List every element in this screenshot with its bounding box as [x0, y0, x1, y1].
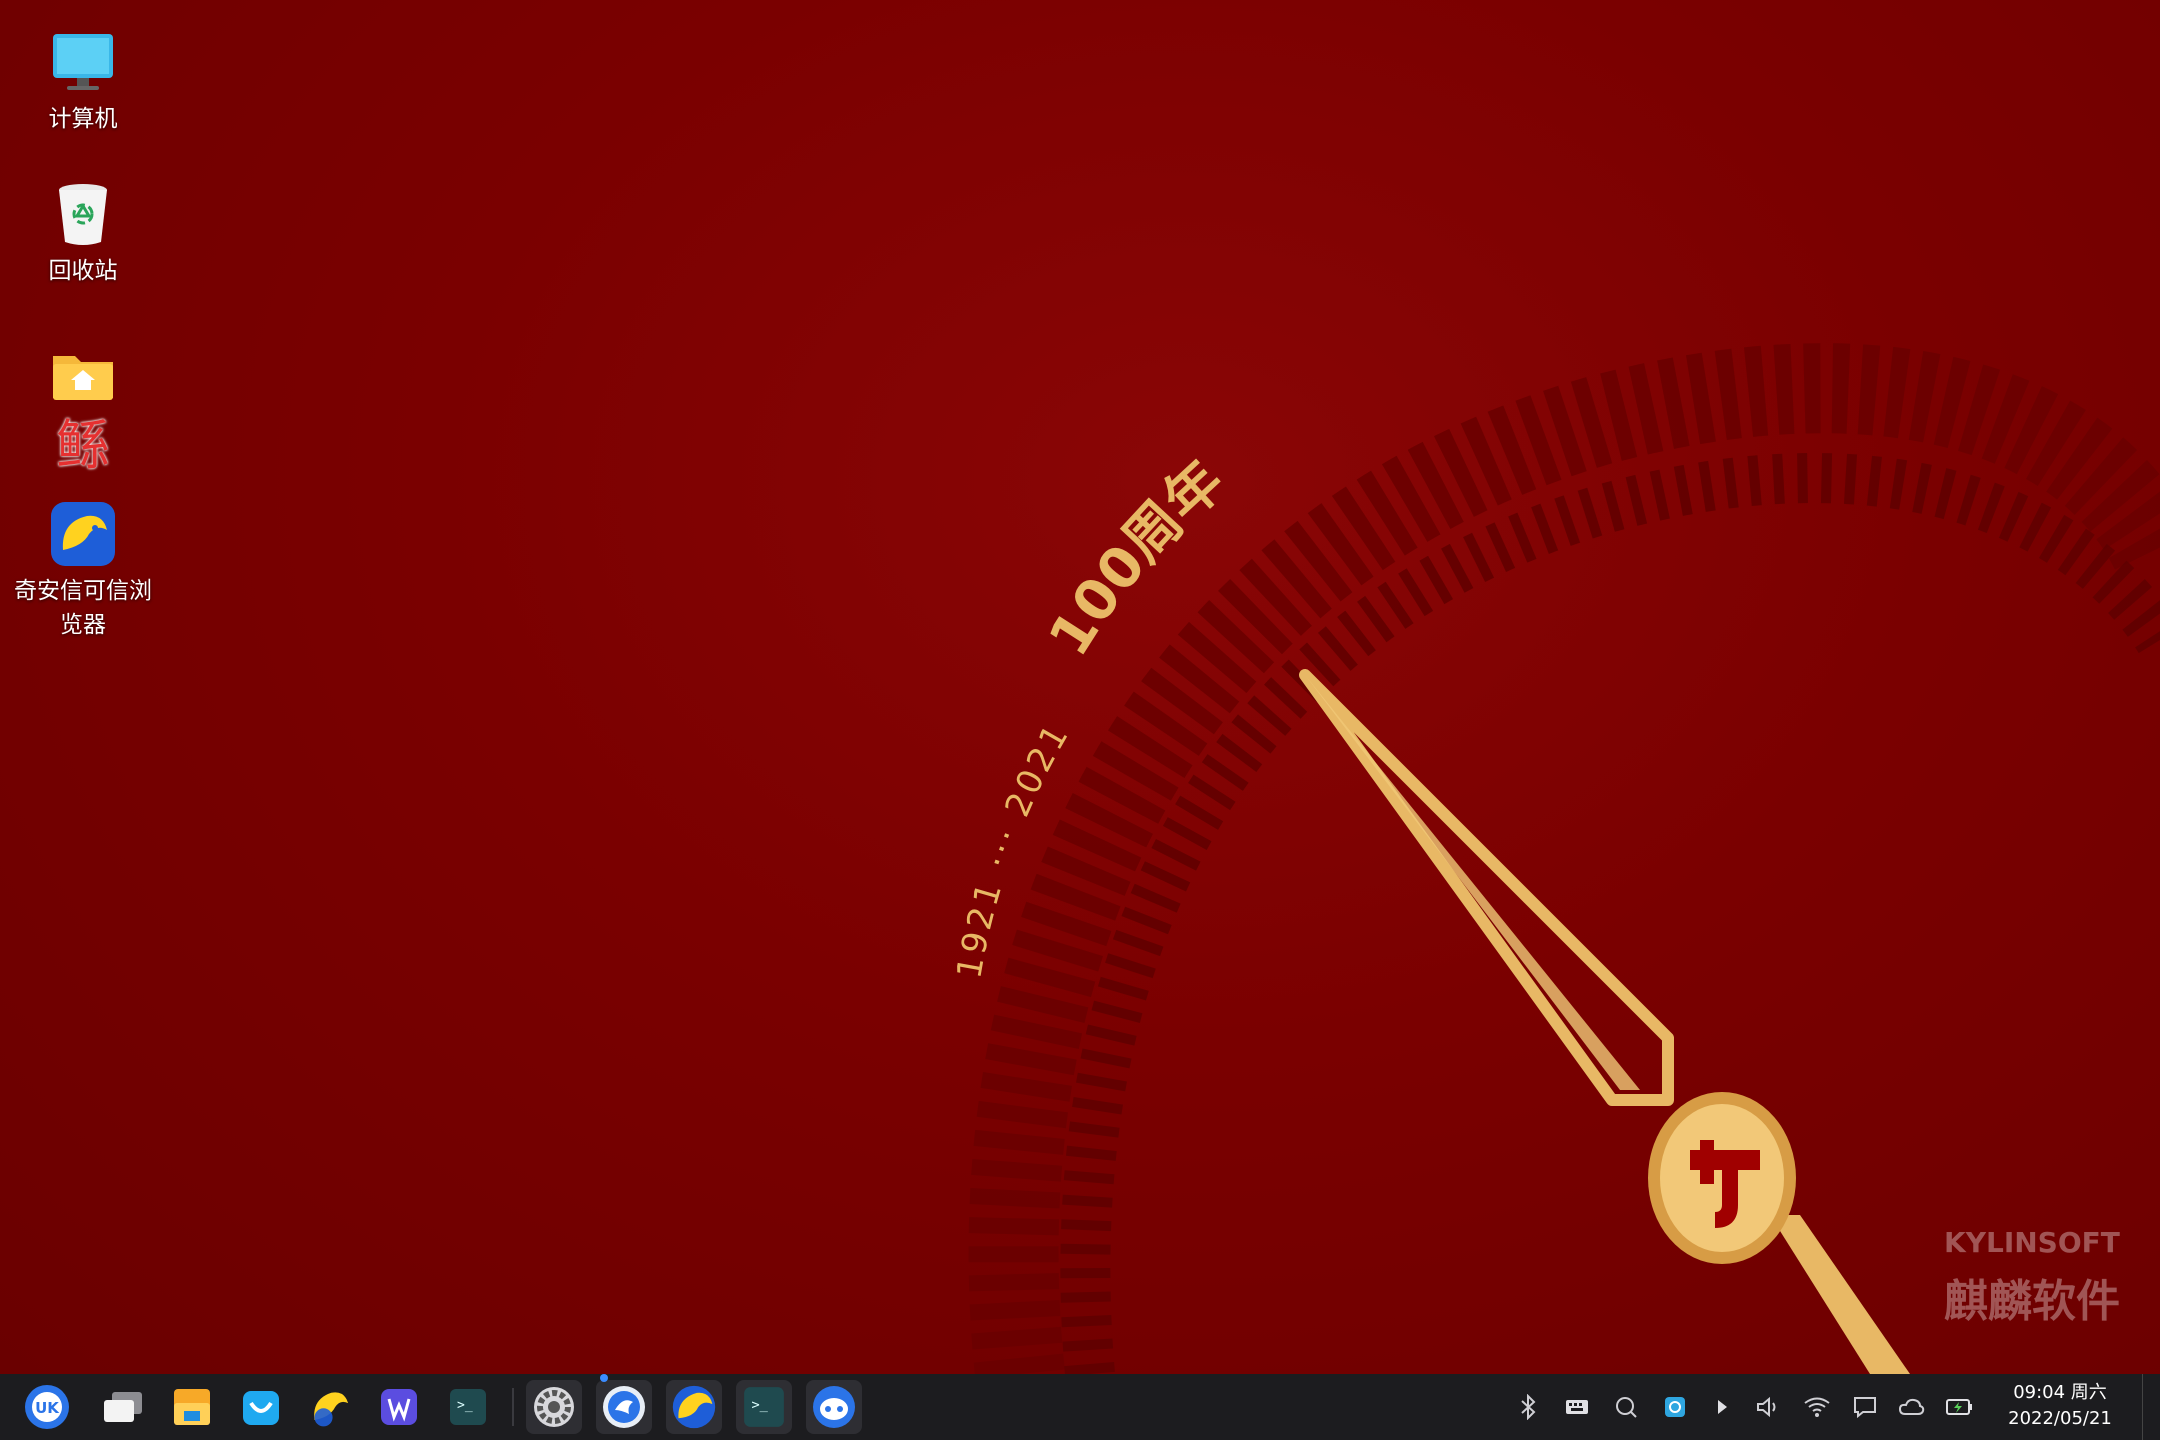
svg-text:UK: UK	[35, 1399, 60, 1417]
power-button[interactable]	[1944, 1391, 1976, 1423]
search-button[interactable]	[1610, 1391, 1642, 1423]
notification-icon	[1854, 1397, 1876, 1419]
notification-dot	[600, 1374, 608, 1382]
shopping-bag-icon	[243, 1391, 279, 1425]
svg-text:>_: >_	[751, 1397, 768, 1413]
brand-watermark-cn: 麒麟软件	[1944, 1276, 2120, 1327]
arrow-right-icon	[1718, 1400, 1727, 1414]
search-icon	[1616, 1397, 1637, 1418]
tray-expand-button[interactable]	[1706, 1391, 1738, 1423]
gear-icon	[534, 1387, 574, 1427]
desktop-icon-label: 计算机	[48, 106, 118, 132]
volume-button[interactable]	[1752, 1391, 1784, 1423]
trash-icon	[59, 184, 107, 245]
wallpaper: 100周年 1921 ··· 2021 KYLINSOFT 麒麟软件	[949, 343, 2160, 1374]
terminal-icon: >_	[450, 1389, 486, 1425]
input-method-button[interactable]	[1561, 1391, 1593, 1423]
settings-button[interactable]	[526, 1380, 582, 1434]
start-menu-button[interactable]: UK	[19, 1380, 75, 1434]
desktop-icon-label: 鲧	[56, 414, 110, 477]
file-manager-button[interactable]	[164, 1380, 220, 1434]
desktop-icon-browser[interactable]: 奇安信可信浏览器	[14, 500, 152, 642]
browser-icon	[51, 502, 115, 566]
cloud-button[interactable]	[1896, 1391, 1928, 1423]
browser-button[interactable]	[302, 1380, 358, 1434]
wps-writer-button[interactable]	[371, 1380, 427, 1434]
notification-center-button[interactable]	[1849, 1391, 1881, 1423]
battery-icon	[1946, 1399, 1972, 1415]
cloud-icon	[1898, 1398, 1925, 1415]
desktop-icon-computer[interactable]: 计算机	[14, 28, 152, 136]
brand-watermark-en: KYLINSOFT	[1944, 1226, 2120, 1259]
multitask-view-button[interactable]	[95, 1380, 151, 1434]
terminal-icon: >_	[744, 1387, 784, 1427]
assistant-button[interactable]	[806, 1380, 862, 1434]
wallpaper-headline: 100周年	[1037, 448, 1237, 667]
home-folder-icon	[53, 356, 113, 400]
browser-icon	[672, 1385, 716, 1429]
wifi-button[interactable]	[1801, 1391, 1833, 1423]
keyboard-icon	[1566, 1400, 1588, 1414]
robot-icon	[813, 1386, 855, 1428]
desktop-icon-label: 回收站	[48, 258, 118, 284]
kylin-start-icon: UK	[25, 1385, 69, 1429]
browser-open-button[interactable]	[666, 1380, 722, 1434]
multitask-icon	[104, 1392, 142, 1422]
software-store-button[interactable]	[233, 1380, 289, 1434]
clock-tail	[1770, 1215, 1910, 1374]
bluetooth-icon	[1521, 1394, 1536, 1420]
file-manager-icon	[174, 1389, 210, 1425]
desktop[interactable]: 100周年 1921 ··· 2021 KYLINSOFT 麒麟软件 计算机 回…	[0, 0, 2160, 1374]
terminal-open-button[interactable]: >_	[736, 1380, 792, 1434]
volume-icon	[1757, 1396, 1776, 1418]
wifi-icon	[1804, 1397, 1830, 1417]
desktop-icon-label: 奇安信可信浏览器	[14, 578, 152, 638]
bluetooth-button[interactable]	[1512, 1391, 1544, 1423]
wps-icon	[381, 1389, 417, 1425]
clock[interactable]: 09:04 周六 2022/05/21	[1990, 1380, 2130, 1432]
bird-icon	[603, 1386, 645, 1428]
monitor-icon	[53, 34, 113, 90]
clock-date: 2022/05/21	[2008, 1408, 2112, 1429]
terminal-button[interactable]: >_	[440, 1380, 496, 1434]
emblem-icon	[1648, 1092, 1796, 1264]
screenshot-button[interactable]	[1659, 1391, 1691, 1423]
taskbar: UK >_ >_ 09:04 周六 2022/05/21	[0, 1374, 2160, 1440]
clock-hand	[1299, 669, 1674, 1106]
svg-text:>_: >_	[457, 1398, 473, 1413]
desktop-icon-home[interactable]: 鲧	[14, 342, 152, 476]
screenshot-icon	[1665, 1397, 1685, 1417]
desktop-icon-trash[interactable]: 回收站	[14, 180, 152, 288]
system-monitor-button[interactable]	[596, 1374, 652, 1434]
show-desktop-button[interactable]	[2142, 1374, 2160, 1440]
clock-time: 09:04 周六	[2013, 1382, 2107, 1403]
browser-icon	[314, 1392, 349, 1427]
taskbar-separator	[512, 1388, 514, 1426]
